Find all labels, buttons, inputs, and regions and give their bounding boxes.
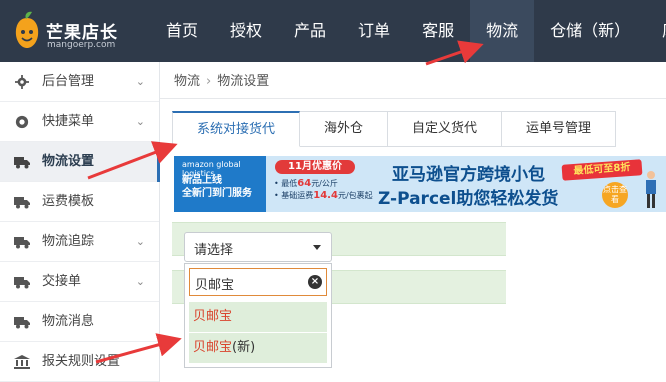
promo-banner[interactable]: amazon global logistics 新品上线 全新门到门服务 11月…	[174, 156, 666, 212]
sidebar-item-label: 物流消息	[42, 314, 95, 329]
truck-icon	[14, 197, 30, 209]
nav-item-service[interactable]: 客服	[406, 0, 470, 62]
truck-icon	[14, 317, 30, 329]
truck-icon	[14, 237, 30, 249]
price-suffix: 元/公斤	[311, 179, 338, 188]
sidebar-item-label: 物流追踪	[42, 234, 95, 249]
top-navbar: 芒果店长 mangoerp.com 首页 授权 产品 订单 客服 物流 仓储（新…	[0, 0, 666, 62]
tab-bar: 系统对接货代 海外仓 自定义货代 运单号管理	[172, 111, 617, 147]
banner-new-text: 新品上线 全新门到门服务	[182, 174, 252, 200]
chevron-down-icon: ⌄	[135, 115, 145, 128]
breadcrumb-current: 物流设置	[217, 74, 270, 89]
app-logo[interactable]: 芒果店长 mangoerp.com	[6, 6, 156, 56]
truck-icon	[14, 277, 30, 289]
banner-view-button[interactable]: 点击查看	[602, 182, 628, 208]
breadcrumb: 物流 › 物流设置	[174, 70, 269, 89]
tab-tracking-number[interactable]: 运单号管理	[502, 111, 617, 147]
sidebar-item-logistics-settings[interactable]: 物流设置	[0, 142, 160, 182]
sidebar-item-customs-rules[interactable]: 报关规则设置	[0, 342, 159, 382]
nav-item-inventory[interactable]: 库	[646, 0, 666, 62]
sidebar-item-handover[interactable]: 交接单 ⌄	[0, 262, 159, 302]
truck-icon	[14, 157, 30, 169]
tab-system-forwarder[interactable]: 系统对接货代	[172, 111, 301, 147]
banner-price-text: • 最低64元/公斤 • 基础运费14.4元/包裹起	[274, 178, 373, 202]
sidebar: 后台管理 ⌄ 快捷菜单 ⌄ 物流设置 运费模板 物流追踪 ⌄ 交接单 ⌄ 物流消…	[0, 62, 160, 382]
search-value: 贝邮宝	[195, 278, 235, 293]
price-suffix: 元/包裹起	[337, 191, 373, 200]
nav-item-warehouse[interactable]: 仓储（新）	[534, 0, 646, 62]
banner-new-line1: 新品上线	[182, 175, 222, 186]
option-highlight: 贝邮宝	[193, 309, 233, 324]
gear-icon	[15, 75, 29, 89]
price-value: 64	[297, 178, 312, 189]
clear-icon[interactable]: ×	[308, 275, 322, 289]
chevron-right-icon: ›	[206, 74, 212, 89]
select-placeholder: 请选择	[194, 243, 234, 258]
dropdown-option[interactable]: 贝邮宝	[189, 302, 327, 332]
nav-item-auth[interactable]: 授权	[214, 0, 278, 62]
nav-item-products[interactable]: 产品	[278, 0, 342, 62]
sidebar-item-label: 报关规则设置	[42, 354, 121, 369]
select-dropdown: 贝邮宝 × 贝邮宝 贝邮宝(新)	[184, 263, 332, 368]
banner-promo-badge: 最低可至8折	[561, 159, 643, 181]
tab-custom-forwarder[interactable]: 自定义货代	[388, 111, 503, 147]
chevron-down-icon: ⌄	[135, 235, 145, 248]
sidebar-item-freight-templates[interactable]: 运费模板	[0, 182, 159, 222]
divider	[160, 98, 666, 99]
banner-new-line2: 全新门到门服务	[182, 188, 252, 199]
sidebar-item-shortcuts[interactable]: 快捷菜单 ⌄	[0, 102, 159, 142]
banner-headline-1: 亚马逊官方跨境小包	[392, 165, 545, 185]
sidebar-item-label: 后台管理	[42, 74, 95, 89]
sidebar-item-messages[interactable]: 物流消息	[0, 302, 159, 342]
mango-logo-icon	[15, 11, 39, 48]
option-rest: (新)	[232, 340, 256, 355]
price-prefix: • 基础运费	[274, 191, 314, 200]
chevron-down-icon: ⌄	[135, 75, 145, 88]
sidebar-item-tracking[interactable]: 物流追踪 ⌄	[0, 222, 159, 262]
sidebar-item-admin[interactable]: 后台管理 ⌄	[0, 62, 159, 102]
target-icon	[15, 115, 29, 129]
forwarder-select[interactable]: 请选择	[184, 232, 332, 262]
logo-subtitle: mangoerp.com	[47, 40, 116, 50]
sidebar-item-label: 快捷菜单	[42, 114, 95, 129]
main-nav: 首页 授权 产品 订单 客服 物流 仓储（新） 库	[150, 0, 666, 62]
sidebar-item-label: 交接单	[42, 274, 82, 289]
breadcrumb-root[interactable]: 物流	[174, 74, 200, 89]
sidebar-item-label: 运费模板	[42, 194, 95, 209]
option-highlight: 贝邮宝	[193, 340, 233, 355]
chevron-down-icon: ⌄	[135, 275, 145, 288]
person-icon	[646, 171, 656, 208]
nav-item-home[interactable]: 首页	[150, 0, 214, 62]
nav-item-logistics[interactable]: 物流	[470, 0, 535, 62]
dropdown-option[interactable]: 贝邮宝(新)	[189, 333, 327, 363]
sidebar-item-label: 物流设置	[42, 154, 95, 169]
bank-icon	[14, 355, 30, 369]
banner-headline-2: Z-Parcel助您轻松发货	[378, 189, 559, 209]
price-value: 14.4	[313, 190, 338, 201]
dropdown-search-input[interactable]: 贝邮宝 ×	[189, 268, 327, 296]
tab-overseas-warehouse[interactable]: 海外仓	[300, 111, 389, 147]
banner-left-panel: amazon global logistics 新品上线 全新门到门服务	[174, 156, 266, 212]
banner-offer-badge: 11月优惠价	[275, 160, 355, 174]
nav-item-orders[interactable]: 订单	[342, 0, 406, 62]
price-prefix: • 最低	[274, 179, 298, 188]
caret-down-icon	[313, 245, 321, 250]
